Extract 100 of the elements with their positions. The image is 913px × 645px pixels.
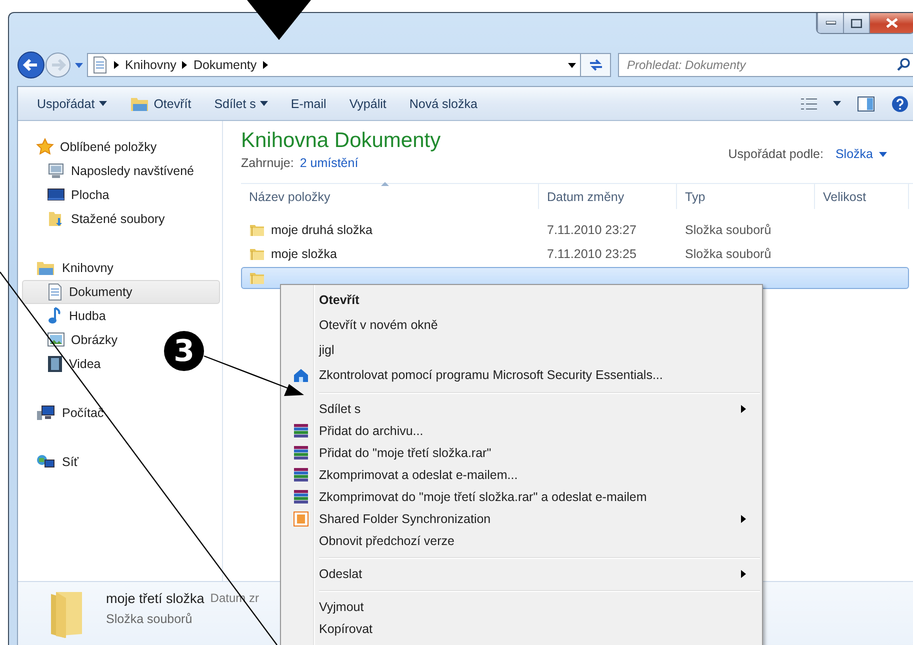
- menu-item[interactable]: jigl: [283, 337, 760, 362]
- large-folder-icon: [48, 590, 84, 638]
- menu-item[interactable]: Zkomprimovat a odeslat e-mailem...: [283, 464, 760, 486]
- book-stack-icon: [293, 467, 309, 483]
- view-list-icon[interactable]: [801, 98, 817, 110]
- arrange-dropdown[interactable]: Složka: [835, 147, 887, 161]
- chevron-right-icon: [741, 515, 746, 523]
- file-type: Složka souborů: [685, 223, 772, 237]
- sort-arrow-icon: [381, 182, 389, 186]
- star-icon: [36, 138, 54, 156]
- preview-pane-icon[interactable]: [857, 96, 875, 112]
- sidebar-item[interactable]: Videa: [22, 352, 108, 376]
- sidebar-item[interactable]: Obrázky: [22, 328, 125, 352]
- menu-item[interactable]: Přidat do "moje třetí složka.rar": [283, 442, 760, 464]
- sync-app-icon: [293, 511, 309, 527]
- maximize-button[interactable]: [843, 13, 869, 33]
- search-icon: [897, 58, 910, 71]
- refresh-icon: [588, 58, 604, 72]
- network-icon: [36, 454, 56, 470]
- toolbar-button[interactable]: Otevřít: [122, 90, 208, 116]
- refresh-button[interactable]: [581, 53, 611, 77]
- chevron-right-icon: [741, 405, 746, 413]
- sidebar-item[interactable]: Naposledy navštívené: [22, 159, 201, 183]
- minimize-button[interactable]: [817, 13, 843, 33]
- selected-item-type: Složka souborů: [106, 612, 194, 626]
- locations-link[interactable]: 2 umístění: [300, 156, 358, 170]
- modified-date: 7.11.2010 23:27: [547, 223, 636, 237]
- maximize-icon: [851, 18, 862, 28]
- menu-item[interactable]: Otevřít: [283, 287, 760, 312]
- menu-item[interactable]: Kopírovat: [283, 618, 760, 640]
- breadcrumb[interactable]: Dokumenty: [193, 58, 257, 72]
- sidebar-item-label: Hudba: [69, 309, 106, 323]
- address-bar[interactable]: Knihovny Dokumenty: [87, 53, 581, 77]
- dropdown-caret-icon: [568, 62, 576, 68]
- column-header[interactable]: Název položky: [241, 184, 539, 209]
- close-icon: [886, 18, 898, 28]
- file-type: Složka souborů: [685, 247, 772, 261]
- menu-item[interactable]: Shared Folder Synchronization: [283, 508, 760, 530]
- chevron-right-icon: [741, 570, 746, 578]
- dropdown-caret-icon: [98, 101, 107, 106]
- chevron-right-icon: [182, 61, 188, 69]
- book-stack-icon: [293, 445, 309, 461]
- sidebar-item[interactable]: Hudba: [22, 304, 113, 328]
- menu-item[interactable]: Otevřít v novém okně: [283, 312, 760, 337]
- toolbar-button[interactable]: Nová složka: [402, 90, 494, 116]
- menu-item[interactable]: Přidat do archivu...: [283, 420, 760, 442]
- search-field[interactable]: Prohledat: Dokumenty: [618, 53, 913, 77]
- dropdown-caret-icon: [75, 62, 83, 68]
- sidebar-heading-label: Počítač: [62, 406, 104, 420]
- sidebar-heading[interactable]: Oblíbené položky: [22, 135, 222, 159]
- back-button[interactable]: [17, 51, 45, 79]
- close-button[interactable]: [869, 13, 913, 33]
- book-stack-icon: [293, 489, 309, 505]
- menu-item[interactable]: Zkontrolovat pomocí programu Microsoft Security Essentials...: [283, 362, 760, 387]
- sidebar-item[interactable]: Dokumenty: [22, 280, 220, 304]
- book-stack-icon: [293, 423, 309, 439]
- toolbar-button[interactable]: Vypálit: [342, 90, 402, 116]
- help-icon[interactable]: [891, 94, 909, 112]
- pointer-triangle-icon: [247, 0, 311, 40]
- modified-date: 7.11.2010 23:25: [547, 247, 636, 261]
- toolbar-button[interactable]: E-mail: [284, 90, 342, 116]
- sidebar-heading[interactable]: Počítač: [22, 401, 222, 425]
- music-note-icon: [47, 307, 63, 325]
- toolbar-button[interactable]: Uspořádat: [30, 90, 123, 116]
- breadcrumb[interactable]: Knihovny: [125, 58, 176, 72]
- sidebar-item-label: Videa: [69, 357, 101, 371]
- menu-item[interactable]: Zkomprimovat do "moje třetí složka.rar" a odeslat e-mailem: [283, 486, 760, 508]
- sidebar-item[interactable]: Plocha: [22, 183, 116, 207]
- column-header[interactable]: Velikost: [815, 184, 909, 209]
- file-name: moje složka: [271, 247, 337, 261]
- document-icon: [47, 283, 63, 301]
- file-row[interactable]: moje složka 7.11.2010 23:25 Složka souborů: [241, 243, 909, 265]
- download-folder-icon: [47, 210, 65, 228]
- menu-item[interactable]: Odeslat: [283, 563, 760, 585]
- chevron-right-icon: [262, 61, 268, 69]
- column-header[interactable]: Typ: [677, 184, 815, 209]
- column-header[interactable]: Datum změny: [539, 184, 677, 209]
- chevron-right-icon: [114, 61, 119, 69]
- sidebar-item-label: Stažené soubory: [71, 212, 165, 226]
- sidebar-item-label: Naposledy navštívené: [71, 164, 194, 178]
- library-icon: [36, 260, 56, 276]
- sidebar-heading-label: Síť: [62, 455, 78, 469]
- sidebar-heading-label: Knihovny: [62, 261, 114, 275]
- desktop-icon: [47, 187, 65, 203]
- menu-item[interactable]: Sdílet s: [283, 398, 760, 420]
- file-name: moje druhá složka: [271, 223, 372, 237]
- dropdown-caret-icon: [260, 101, 268, 106]
- file-row[interactable]: moje druhá složka 7.11.2010 23:27 Složka souborů: [241, 219, 909, 241]
- house-shield-icon: [293, 366, 309, 382]
- film-icon: [47, 355, 63, 373]
- toolbar-button[interactable]: Sdílet s: [207, 90, 284, 116]
- menu-item[interactable]: Vyjmout: [283, 596, 760, 618]
- sidebar-heading[interactable]: Síť: [22, 450, 222, 474]
- menu-item[interactable]: Obnovit předchozí verze: [283, 530, 760, 552]
- sidebar-heading[interactable]: Knihovny: [22, 256, 222, 280]
- includes-label: Zahrnuje:: [241, 156, 294, 170]
- dropdown-caret-icon: [879, 152, 887, 156]
- sidebar-item[interactable]: Stažené soubory: [22, 207, 172, 231]
- folder-icon: [249, 270, 265, 286]
- selected-item-name: moje třetí složka: [106, 591, 204, 606]
